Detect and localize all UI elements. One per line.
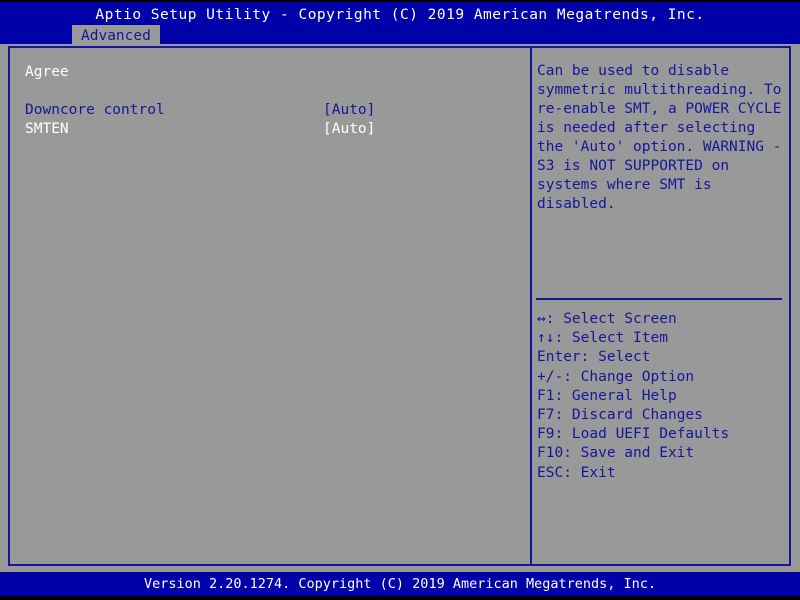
setting-label: Downcore control <box>25 102 165 118</box>
setting-value[interactable]: [Auto] <box>323 121 375 137</box>
key-legend-action: Exit <box>571 464 616 481</box>
key-legend-key: ESC: <box>537 464 572 481</box>
key-legend-key: +/-: <box>537 368 572 385</box>
key-legend-action: Select Screen <box>554 311 677 327</box>
key-legend-row: F7: Discard Changes <box>537 406 787 425</box>
settings-pane: Agree Downcore control [Auto] SMTEN [Aut… <box>10 48 530 564</box>
setting-row-smten[interactable]: SMTEN [Auto] <box>10 121 530 140</box>
key-legend-action: Load UEFI Defaults <box>563 426 730 443</box>
pane-divider <box>530 46 532 566</box>
key-legend-key: ↑↓: <box>537 330 564 347</box>
key-legend-key: F7: <box>537 407 564 424</box>
key-legend-action: Save and Exit <box>571 445 695 462</box>
setting-row-downcore-control[interactable]: Downcore control [Auto] <box>10 102 530 121</box>
key-legend-row: Enter: Select <box>537 348 787 367</box>
key-legend: ↔: Select Screen ↑↓: Select Item Enter: Se… <box>537 310 787 483</box>
bottom-black-strip <box>0 596 800 600</box>
tab-advanced[interactable]: Advanced <box>72 25 160 46</box>
key-legend-key: F10: <box>537 445 572 462</box>
key-legend-row: ↑↓: Select Item <box>537 329 787 348</box>
menu-tab-bar: Advanced <box>0 25 800 46</box>
key-legend-action: Change Option <box>571 368 695 385</box>
setting-value[interactable]: [Auto] <box>323 102 375 118</box>
key-legend-row: ESC: Exit <box>537 464 787 483</box>
key-legend-row: F10: Save and Exit <box>537 444 787 463</box>
key-legend-key: ↔: <box>537 311 555 327</box>
header-bar: Aptio Setup Utility - Copyright (C) 2019… <box>0 2 800 46</box>
version-text: Version 2.20.1274. Copyright (C) 2019 Am… <box>143 576 657 592</box>
help-text: Can be used to disable symmetric multith… <box>537 63 791 212</box>
help-pane: Can be used to disable symmetric multith… <box>534 48 788 564</box>
key-legend-key: Enter: <box>537 349 590 366</box>
footer-bar: Version 2.20.1274. Copyright (C) 2019 Am… <box>0 572 800 596</box>
key-legend-action: Select Item <box>563 330 668 347</box>
key-legend-key: F9: <box>537 426 564 443</box>
help-separator <box>536 298 782 300</box>
key-legend-key: F1: <box>537 387 564 404</box>
key-legend-action: Discard Changes <box>563 407 703 424</box>
key-legend-row: F1: General Help <box>537 387 787 406</box>
page-title: Aptio Setup Utility - Copyright (C) 2019… <box>95 7 705 23</box>
key-legend-row: ↔: Select Screen <box>537 310 787 329</box>
bios-setup-screen: Aptio Setup Utility - Copyright (C) 2019… <box>0 0 800 600</box>
key-legend-action: Select <box>589 349 651 366</box>
key-legend-row: +/-: Change Option <box>537 368 787 387</box>
key-legend-action: General Help <box>563 387 677 404</box>
section-header-agree: Agree <box>25 64 69 80</box>
setting-label: SMTEN <box>25 121 69 137</box>
key-legend-row: F9: Load UEFI Defaults <box>537 425 787 444</box>
